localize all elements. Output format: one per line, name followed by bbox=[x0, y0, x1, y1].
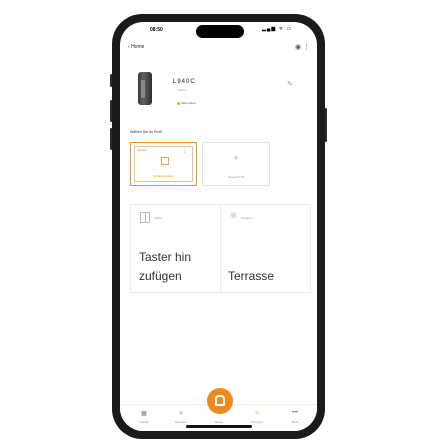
device-model: L940 C bbox=[177, 88, 187, 92]
back-button[interactable]: ‹ Home bbox=[128, 44, 144, 50]
favorites-icon: ☼ bbox=[254, 410, 260, 416]
tab-devices-label: Geräte bbox=[139, 420, 149, 424]
profile-tag: Standard bbox=[137, 149, 148, 152]
group-icon: ⚛ bbox=[229, 211, 238, 222]
tab-home-label: Home bbox=[214, 420, 223, 424]
profile-section-title: Wählen Sie Ihr Profil bbox=[130, 130, 162, 134]
new-profile-label: Neues Profil bbox=[227, 175, 245, 179]
new-profile-button[interactable]: + Neues Profil bbox=[202, 142, 270, 186]
tab-more-label: Mehr bbox=[291, 420, 299, 424]
profile-card-selected[interactable]: Standard ⋮ Schaltermodus bbox=[130, 142, 197, 186]
device-image bbox=[138, 72, 152, 105]
tile-right-caption: Gruppen bbox=[241, 216, 253, 220]
profile-menu-icon[interactable]: ⋮ bbox=[182, 148, 187, 154]
terrasse-tile[interactable]: Terrasse bbox=[228, 267, 274, 286]
plus-icon: + bbox=[233, 153, 239, 163]
dynamic-island bbox=[196, 25, 244, 38]
status-bar: 08:50 ▂▄▆ ᯤ ▭ bbox=[120, 22, 317, 40]
nav-actions[interactable]: ◉ ⋮ bbox=[295, 43, 310, 51]
tab-devices[interactable]: ▦ Geräte bbox=[129, 410, 159, 424]
more-icon: ••• bbox=[291, 410, 299, 416]
tab-more[interactable]: ••• Mehr bbox=[280, 410, 310, 424]
tab-groups[interactable]: ⚛ Gruppen bbox=[166, 410, 196, 424]
tab-favorites[interactable]: ☼ Favoriten bbox=[242, 410, 272, 424]
switch-mode-icon bbox=[161, 157, 169, 165]
device-status: Verbunden bbox=[177, 101, 196, 105]
add-button-tile[interactable]: Taster hin zufügen bbox=[139, 248, 191, 286]
app-screen: 08:50 ▂▄▆ ᯤ ▭ ‹ Home ◉ ⋮ L940C L940 C Ve… bbox=[120, 22, 317, 431]
wall-switch-icon bbox=[140, 212, 150, 223]
tab-groups-label: Gruppen bbox=[175, 420, 187, 424]
status-icons: ▂▄▆ ᯤ ▭ bbox=[262, 26, 293, 32]
home-indicator[interactable] bbox=[186, 425, 252, 428]
back-label: Home bbox=[131, 44, 145, 50]
groups-icon: ⚛ bbox=[178, 411, 184, 417]
add-button-line1: Taster hin bbox=[139, 250, 192, 264]
profile-card-inner: Standard ⋮ Schaltermodus bbox=[134, 146, 193, 182]
top-nav: ‹ Home ◉ ⋮ bbox=[128, 44, 310, 54]
profile-label: Schaltermodus bbox=[153, 174, 174, 178]
tile-left-caption: Taster bbox=[154, 216, 163, 220]
device-status-label: Verbunden bbox=[181, 101, 196, 105]
status-time: 08:50 bbox=[150, 27, 163, 33]
chevron-left-icon: ‹ bbox=[128, 44, 130, 50]
devices-icon: ▦ bbox=[141, 411, 147, 417]
status-dot-icon bbox=[177, 101, 180, 105]
edit-pencil-icon[interactable]: ✎ bbox=[287, 80, 293, 88]
tile-divider bbox=[220, 205, 221, 294]
home-icon bbox=[215, 395, 225, 406]
add-button-line2: zufügen bbox=[139, 269, 182, 283]
device-name: L940C bbox=[173, 79, 196, 85]
home-fab-button[interactable] bbox=[207, 388, 233, 414]
tab-favorites-label: Favoriten bbox=[250, 420, 264, 424]
